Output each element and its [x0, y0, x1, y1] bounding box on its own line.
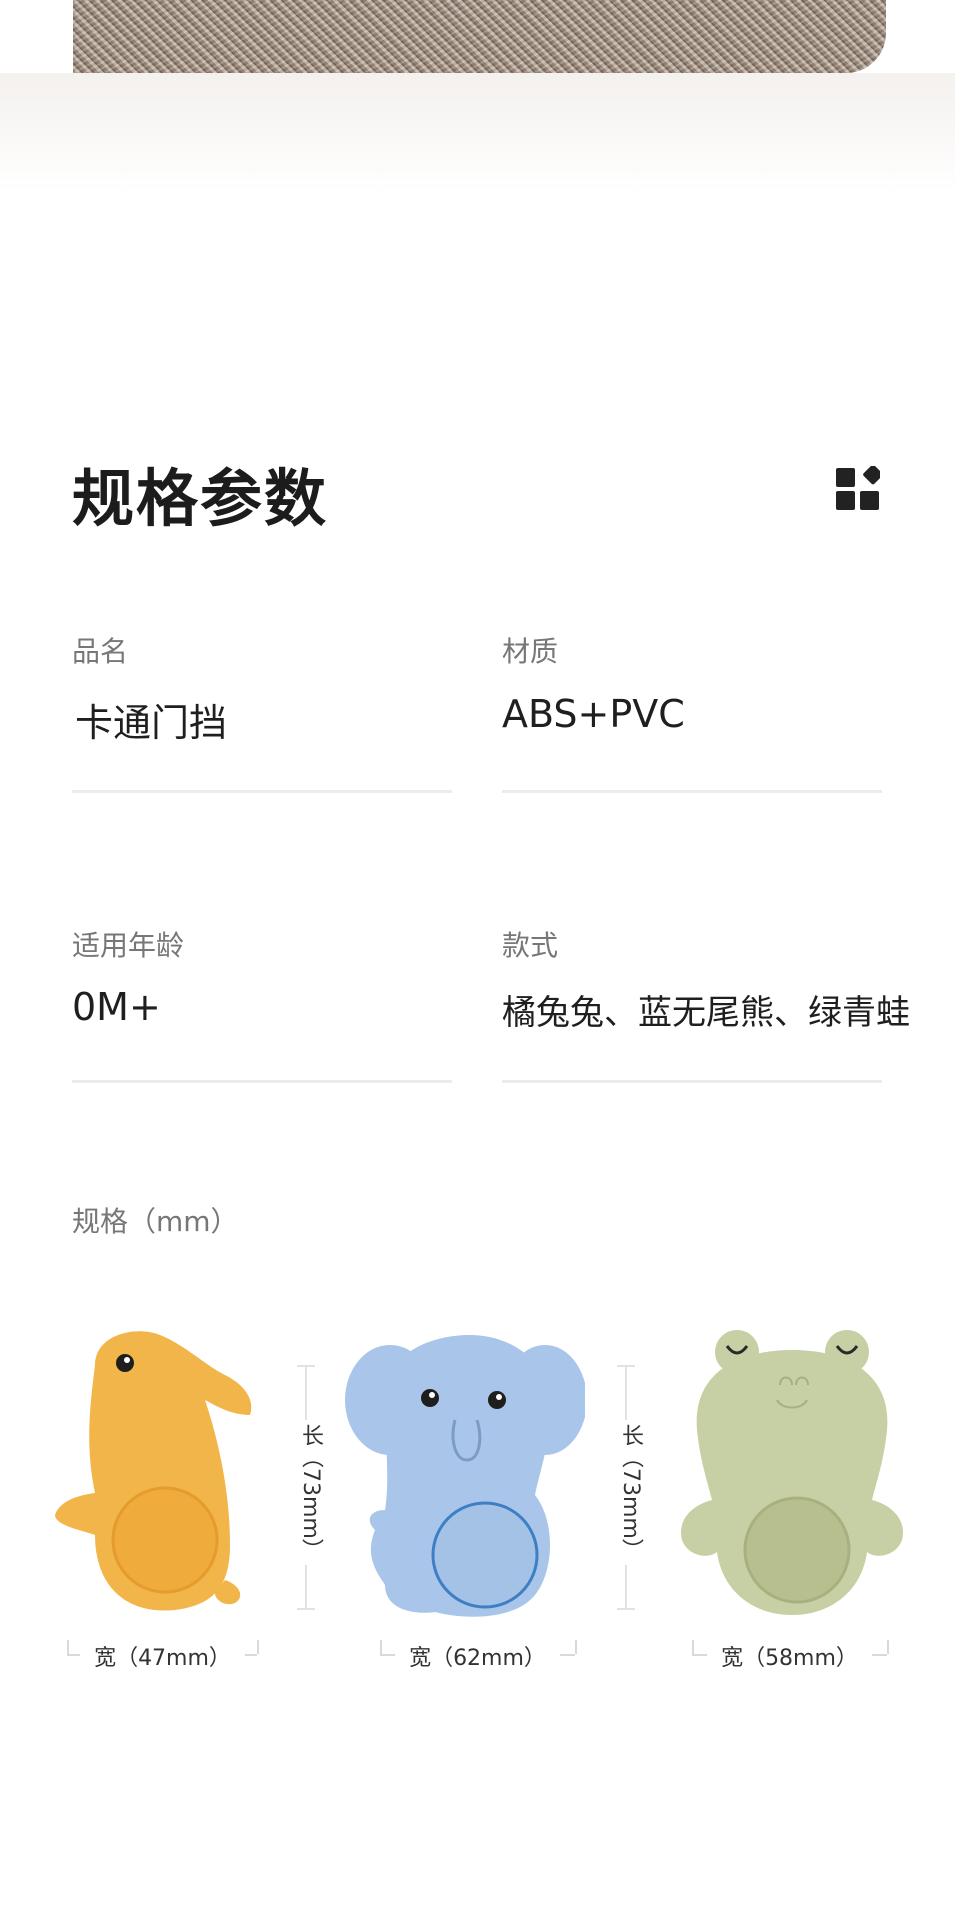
- spec-label-age: 适用年龄: [72, 929, 185, 962]
- spec-label-name: 品名: [72, 635, 129, 668]
- width-marker-tick: [575, 1640, 577, 1654]
- spec-value-age: 0M+: [72, 985, 161, 1029]
- top-product-image: [73, 0, 886, 73]
- page-title: 规格参数: [72, 462, 329, 535]
- spec-value-material: ABS+PVC: [502, 692, 685, 736]
- width-marker-tick: [692, 1640, 694, 1654]
- spec-value-style: 橘兔兔、蓝无尾熊、绿青蛙: [502, 993, 910, 1033]
- spec-value-name: 卡通门挡: [75, 701, 228, 745]
- width-label: 宽（62mm）: [395, 1640, 560, 1672]
- height-label: 长（73mm）: [614, 1420, 646, 1565]
- divider: [502, 790, 882, 793]
- width-label: 宽（58mm）: [707, 1640, 872, 1672]
- koala-door-stopper-image: [345, 1335, 585, 1617]
- height-marker-tick: [297, 1608, 315, 1610]
- width-marker-tick: [257, 1640, 259, 1654]
- height-marker-tick: [617, 1365, 635, 1367]
- size-label: 规格（mm）: [72, 1205, 239, 1238]
- grid-icon: [836, 466, 880, 510]
- width-marker-tick: [380, 1640, 382, 1654]
- divider: [72, 1080, 452, 1083]
- width-label: 宽（47mm）: [80, 1640, 245, 1672]
- spec-label-material: 材质: [502, 635, 559, 668]
- rabbit-door-stopper-image: [55, 1331, 252, 1611]
- width-marker-tick: [887, 1640, 889, 1654]
- divider: [72, 790, 452, 793]
- width-marker-tick: [67, 1640, 69, 1654]
- height-marker-tick: [297, 1365, 315, 1367]
- background-fade: [0, 73, 955, 193]
- height-label: 长（73mm）: [294, 1420, 326, 1565]
- height-marker-tick: [617, 1608, 635, 1610]
- divider: [502, 1080, 882, 1083]
- frog-door-stopper-image: [681, 1330, 903, 1615]
- spec-label-style: 款式: [502, 929, 559, 962]
